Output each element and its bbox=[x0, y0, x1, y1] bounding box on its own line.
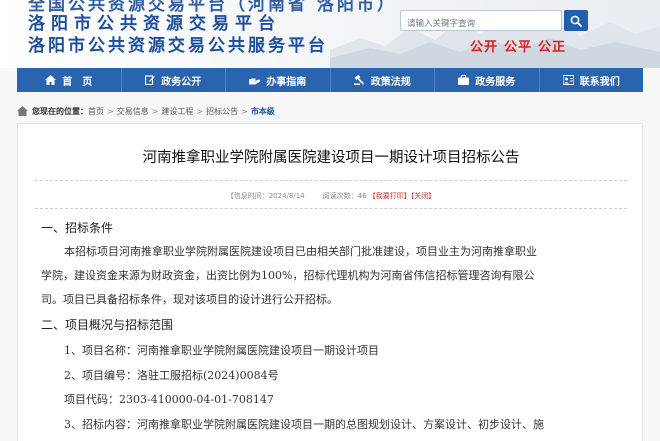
breadcrumb-trade-info[interactable]: 交易信息 bbox=[117, 106, 149, 117]
search-button[interactable] bbox=[564, 10, 588, 31]
breadcrumb-separator: > bbox=[107, 106, 114, 116]
nav-item-gov-affairs[interactable]: 政务公开 bbox=[122, 68, 226, 92]
breadcrumb-tender-notice[interactable]: 招标公告 bbox=[206, 106, 238, 117]
nav-label-contact: 联系我们 bbox=[579, 76, 620, 88]
slogan: 公开 公平 公正 bbox=[470, 36, 566, 55]
breadcrumb-separator: > bbox=[151, 106, 159, 116]
main-nav: 首 页 政务公开 办事指南 政策法规 政务服务 联系我们 bbox=[17, 68, 643, 92]
nav-item-service[interactable]: 政务服务 bbox=[435, 68, 540, 92]
briefcase-icon bbox=[458, 75, 470, 85]
search-box bbox=[400, 10, 562, 34]
section-heading: 一、招标条件 bbox=[41, 221, 114, 235]
nav-item-guide[interactable]: 办事指南 bbox=[226, 68, 331, 92]
breadcrumb-separator: > bbox=[196, 106, 204, 116]
breadcrumb-separator: > bbox=[241, 106, 248, 116]
divider bbox=[35, 180, 627, 181]
body-list-item: 项目代码：2303-410000-04-01-708147 bbox=[64, 393, 274, 406]
print-link[interactable]: 【我要打印】 bbox=[369, 192, 411, 200]
search-input[interactable] bbox=[401, 14, 561, 34]
slogan-fair: 公平 bbox=[504, 40, 533, 55]
meta-date: 2024/8/14 bbox=[268, 192, 305, 200]
header-title-line2: 洛阳市公共资源交易公共服务平台 bbox=[28, 36, 328, 56]
gavel-icon bbox=[353, 75, 364, 85]
meta-views-label: 阅读次数： bbox=[322, 192, 358, 200]
location-icon bbox=[17, 106, 28, 116]
meta-source: 【信息时间： bbox=[226, 192, 269, 200]
article-panel: 河南推拿职业学院附属医院建设项目一期设计项目招标公告 【信息时间：2024/8/… bbox=[17, 123, 643, 441]
contact-icon bbox=[562, 75, 574, 85]
hand-icon bbox=[249, 78, 261, 85]
nav-label-service: 政务服务 bbox=[475, 76, 516, 88]
body-paragraph-line: 司。项目已具备招标条件，现对该项目的设计进行公开招标。 bbox=[41, 293, 338, 306]
slogan-just: 公正 bbox=[538, 40, 567, 55]
document-edit-icon bbox=[145, 75, 156, 85]
breadcrumb: 您现在的位置： 首页 > 交易信息 > 建设工程 > 招标公告 > 市本级 bbox=[17, 103, 643, 119]
site-header: 全国公共资源交易平台（河南省 洛阳市） 洛阳市公共资源交易平台 洛阳市公共资源交… bbox=[0, 0, 660, 68]
breadcrumb-lead: 您现在的位置： bbox=[32, 106, 88, 116]
breadcrumb-current[interactable]: 市本级 bbox=[251, 106, 275, 117]
nav-label-policy: 政策法规 bbox=[370, 76, 411, 88]
nav-label-guide: 办事指南 bbox=[266, 76, 307, 88]
article-title: 河南推拿职业学院附属医院建设项目一期设计项目招标公告 bbox=[142, 150, 520, 166]
divider bbox=[35, 208, 627, 209]
search-icon bbox=[570, 15, 582, 27]
body-list-item: 2、项目编号：洛驻工服招标(2024)0084号 bbox=[64, 369, 279, 382]
close-link[interactable]: 【关闭】 bbox=[411, 192, 436, 200]
nav-label-home: 首 页 bbox=[62, 76, 93, 88]
home-icon bbox=[45, 75, 57, 85]
breadcrumb-home[interactable]: 首页 bbox=[88, 106, 104, 117]
meta-views: 46 bbox=[357, 192, 367, 200]
body-list-item: 3、招标内容：河南推拿职业学院附属医院建设项目一期的总图规划设计、方案设计、初步… bbox=[64, 418, 544, 431]
slogan-open: 公开 bbox=[470, 40, 499, 55]
body-paragraph-line: 学院，建设资金来源为财政资金，出资比例为100%，招标代理机构为河南省伟信招标管… bbox=[41, 269, 535, 282]
breadcrumb-construction[interactable]: 建设工程 bbox=[161, 106, 193, 117]
nav-item-contact[interactable]: 联系我们 bbox=[540, 68, 644, 92]
section-heading: 二、项目概况与招标范围 bbox=[41, 318, 174, 332]
article-meta: 【信息时间：2024/8/14 阅读次数：46 【我要打印】【关闭】 bbox=[18, 191, 644, 201]
body-list-item: 1、项目名称：河南推拿职业学院附属医院建设项目一期设计项目 bbox=[64, 344, 379, 357]
nav-item-policy[interactable]: 政策法规 bbox=[331, 68, 435, 92]
body-paragraph-line: 本招标项目河南推拿职业学院附属医院建设项目已由相关部门批准建设，项目业主为河南推… bbox=[64, 245, 537, 258]
nav-item-home[interactable]: 首 页 bbox=[17, 68, 122, 92]
nav-label-gov-affairs: 政务公开 bbox=[161, 76, 202, 88]
